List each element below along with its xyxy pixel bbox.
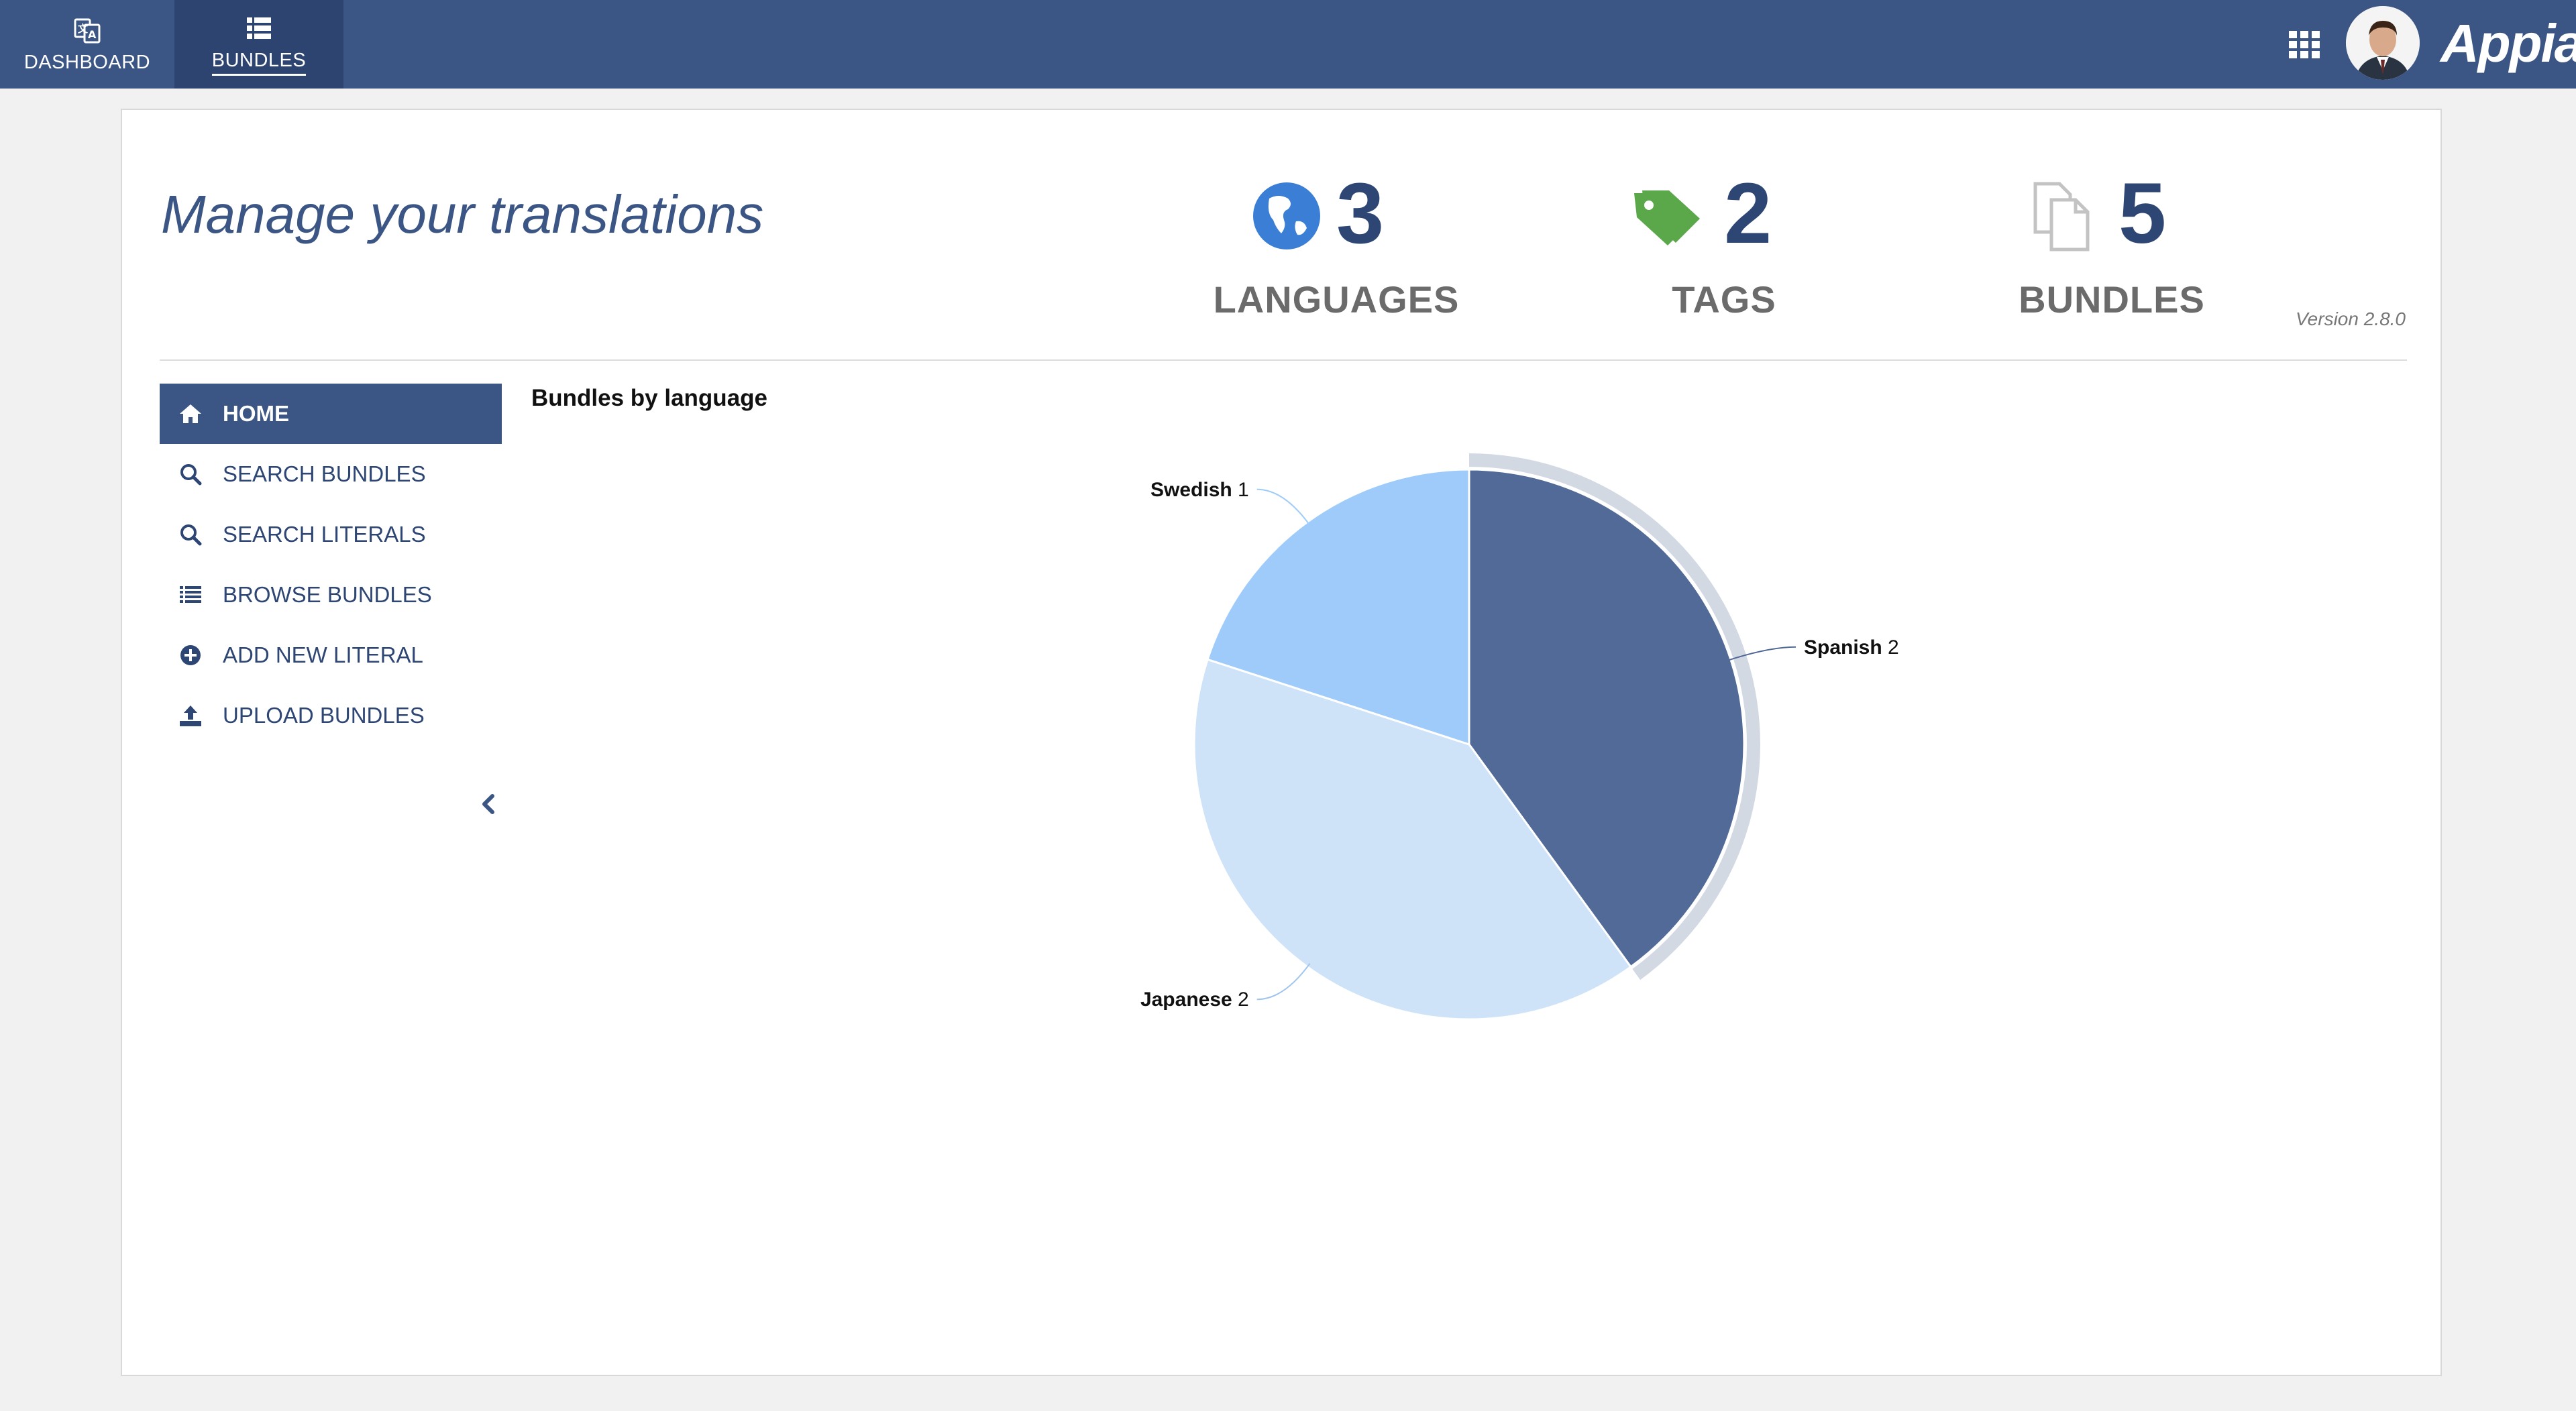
pie-chart: Spanish 2 Japanese 2 Swedish 1 <box>1140 453 1899 1021</box>
tab-bundles-label: BUNDLES <box>211 50 307 76</box>
pie-leader-line-swedish <box>1256 488 1311 526</box>
appian-logo: Appian <box>2440 13 2576 73</box>
main-card: Manage your translations 3 LANGUAGES 2 T… <box>121 109 2442 1376</box>
tab-dashboard-label: DASHBOARD <box>23 51 151 73</box>
translate-icon: 文 A <box>74 18 101 43</box>
pie-leader-line-japanese <box>1256 963 1311 1001</box>
pie-label-japanese: Japanese 2 <box>1140 989 1249 1011</box>
tab-bundles[interactable]: BUNDLES <box>174 0 343 89</box>
grid-icon[interactable] <box>2288 30 2321 59</box>
svg-text:A: A <box>88 28 97 41</box>
pie-label-spanish: Spanish 2 <box>1804 636 1899 659</box>
user-avatar-image <box>2346 6 2420 80</box>
top-nav-bar: 文 A DASHBOARD BUNDLES Appian <box>0 0 2576 89</box>
pie-label-swedish: Swedish 1 <box>1150 479 1249 501</box>
tab-dashboard[interactable]: 文 A DASHBOARD <box>0 0 174 89</box>
svg-text:文: 文 <box>78 23 89 35</box>
list-icon <box>247 17 271 39</box>
avatar[interactable] <box>2346 6 2420 80</box>
